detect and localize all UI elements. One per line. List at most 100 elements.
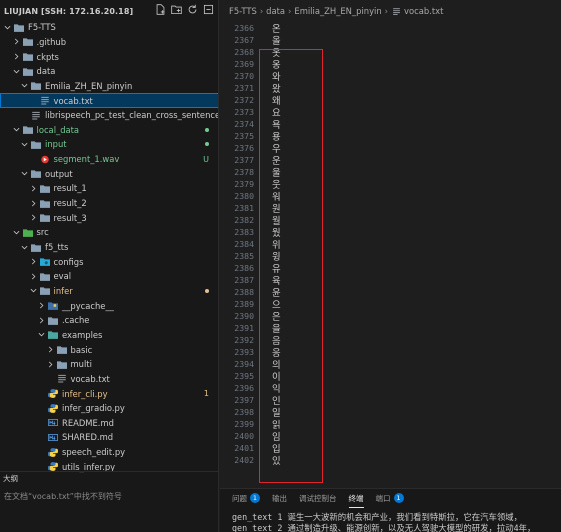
tree-item-label: vocab.txt	[53, 95, 93, 106]
line-number: 2379	[234, 179, 254, 190]
line-number: 2385	[234, 251, 254, 262]
breadcrumb-item-file[interactable]: vocab.txt	[404, 6, 443, 16]
folder-icon	[31, 169, 41, 179]
breadcrumb-item-folder[interactable]: Emilia_ZH_EN_pinyin	[294, 6, 381, 16]
code-line[interactable]: 2402 있	[220, 453, 561, 468]
folder-icon	[39, 286, 50, 296]
tree-item[interactable]: data	[0, 64, 218, 79]
terminal-line: gen_text 1 诞生一大波新的机会和产业，我们看到特斯拉，它在汽车领域，	[232, 512, 522, 522]
terminal-output[interactable]: gen_text 1 诞生一大波新的机会和产业，我们看到特斯拉，它在汽车领域， …	[232, 512, 535, 532]
tree-item[interactable]: eval	[0, 269, 218, 284]
panel-tab[interactable]: 输出	[272, 493, 287, 504]
panel-tab[interactable]: 端口 1	[376, 493, 404, 504]
chevron-right-icon	[46, 360, 55, 369]
chevron-down-icon	[20, 169, 29, 178]
chevron-right-icon: ›	[288, 6, 292, 16]
chevron-right-icon	[29, 213, 38, 222]
tree-item[interactable]: librispeech_pc_test_clean_cross_sentence…	[0, 108, 219, 123]
tree-item[interactable]: output	[0, 167, 218, 182]
folder-icon	[56, 345, 67, 354]
folder-icon	[39, 184, 50, 193]
git-status-dot	[205, 127, 209, 132]
line-number: 2394	[234, 359, 254, 370]
tree-item-label: src	[36, 227, 49, 238]
tree-item[interactable]: f5_tts	[0, 240, 218, 255]
tree-item-label: SHARED.md	[62, 432, 114, 443]
chevron-down-icon	[12, 67, 21, 76]
panel-tab-label: 问题	[232, 493, 247, 503]
refresh-icon[interactable]	[187, 4, 198, 15]
panel-tab-label: 终端	[348, 493, 364, 503]
tree-item[interactable]: ckpts	[0, 49, 218, 64]
breadcrumb-item-root[interactable]: F5-TTS	[229, 6, 257, 16]
tree-item[interactable]: result_2	[0, 196, 218, 211]
tree-item[interactable]: vocab.txt	[0, 93, 218, 108]
folder-icon	[39, 199, 50, 208]
tree-item[interactable]: local_data	[0, 123, 218, 138]
tree-item[interactable]: infer_cli.py 1	[0, 386, 218, 401]
tree-item-label: speech_edit.py	[62, 447, 126, 458]
folder-icon	[31, 243, 41, 252]
tree-item[interactable]: SHARED.md	[0, 430, 218, 445]
line-number: 2382	[234, 215, 254, 226]
line-number: 2377	[234, 155, 254, 166]
tree-item[interactable]: infer_gradio.py	[0, 401, 218, 416]
line-text: 있	[272, 456, 281, 468]
tree-item[interactable]: multi	[0, 357, 218, 372]
panel-tab[interactable]: 调试控制台	[299, 493, 337, 504]
folder-icon	[14, 23, 24, 32]
tree-item[interactable]: configs	[0, 254, 218, 269]
explorer-actions	[155, 4, 214, 15]
tree-item[interactable]: segment_1.wav U	[0, 152, 218, 167]
workspace-title[interactable]: LIUJIAN [SSH: 172.16.20.18]	[4, 7, 133, 16]
line-number: 2395	[234, 371, 254, 382]
tree-item-label: Emilia_ZH_EN_pinyin	[45, 80, 133, 91]
tree-item[interactable]: .github	[0, 35, 218, 50]
chevron-right-icon: ›	[259, 6, 264, 16]
folder-icon	[22, 125, 33, 135]
line-number: 2392	[234, 335, 254, 346]
tree-item[interactable]: Emilia_ZH_EN_pinyin	[0, 79, 218, 94]
tree-item[interactable]: .cache	[0, 313, 218, 328]
line-number: 2375	[234, 131, 254, 142]
collapse-all-icon[interactable]	[203, 4, 214, 15]
tree-item[interactable]: examples	[0, 328, 218, 343]
chevron-down-icon	[20, 81, 29, 90]
breadcrumb-item-data[interactable]: data	[266, 6, 285, 16]
tree-item[interactable]: speech_edit.py	[0, 445, 218, 460]
new-file-icon[interactable]	[155, 4, 166, 15]
tree-item-label: librispeech_pc_test_clean_cross_sentence…	[45, 110, 219, 121]
tree-item[interactable]: README.md	[0, 416, 218, 431]
git-status-dot	[205, 288, 209, 293]
panel-tab[interactable]: 终端	[348, 493, 364, 508]
tree-item-label: result_3	[53, 212, 87, 223]
line-number: 2383	[234, 227, 254, 238]
line-number: 2402	[234, 455, 254, 466]
outline-header[interactable]: 大纲	[0, 471, 218, 485]
chevron-down-icon	[37, 330, 46, 339]
panel-tab-count-badge: 1	[393, 493, 404, 503]
panel-tab[interactable]: 问题 1	[232, 493, 260, 504]
folder-icon	[22, 67, 33, 76]
tree-item[interactable]: __pycache__	[0, 298, 218, 313]
folder-icon	[31, 140, 41, 149]
tree-item[interactable]: src	[0, 225, 218, 240]
folder-config-icon	[39, 257, 50, 267]
explorer-header: LIUJIAN [SSH: 172.16.20.18]	[0, 0, 218, 22]
tree-item[interactable]: infer	[0, 284, 218, 299]
tree-item[interactable]: result_3	[0, 210, 218, 225]
new-folder-icon[interactable]	[171, 4, 182, 15]
tree-item-label: input	[45, 139, 67, 150]
chevron-right-icon	[12, 52, 21, 61]
tree-item[interactable]: vocab.txt	[0, 372, 218, 387]
tree-item[interactable]: input	[0, 137, 218, 152]
line-number: 2386	[234, 263, 254, 274]
panel-tab-label: 输出	[272, 493, 287, 503]
tree-item[interactable]: F5-TTS	[0, 20, 218, 35]
line-number: 2372	[234, 95, 254, 106]
tree-item[interactable]: basic	[0, 342, 218, 357]
tree-item[interactable]: result_1	[0, 181, 218, 196]
folder-examples-icon	[48, 330, 58, 340]
